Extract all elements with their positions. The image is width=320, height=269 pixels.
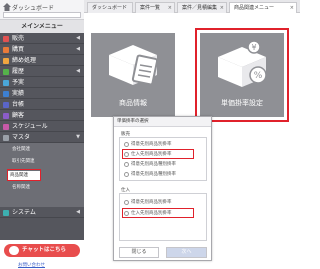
product-box-icon bbox=[109, 45, 159, 86]
tab-label: 商品関連メニュー bbox=[234, 5, 275, 11]
submenu-item-partner[interactable]: 取引先関連 bbox=[10, 157, 84, 167]
sidebar-item-label: 顧客 bbox=[12, 112, 25, 119]
tab-product-menu[interactable]: 商品関連メニュー × bbox=[229, 2, 297, 13]
sidebar-item-closing[interactable]: 締め処理 bbox=[0, 55, 84, 66]
radio-sales-customer-type[interactable]: 得意先別商品種別掛率 bbox=[123, 161, 203, 168]
tab-dashboard[interactable]: ダッシュボード bbox=[87, 2, 133, 13]
radio-button[interactable] bbox=[124, 172, 129, 177]
radio-button[interactable] bbox=[124, 162, 129, 167]
cart-icon bbox=[3, 36, 9, 42]
menu-title: メインメニュー bbox=[0, 20, 84, 33]
app-root: ダッシュボード メインメニュー 販売 ◀ 購買 ◀ 締め処理 履歴 ◀ 予実 実… bbox=[0, 0, 300, 269]
sidebar-item-label: マスタ bbox=[12, 134, 31, 141]
purchase-rate-group: 得意先別商品別掛率 仕入先別商品別掛率 bbox=[119, 193, 207, 241]
sidebar-item-customer[interactable]: 顧客 bbox=[0, 110, 84, 121]
sidebar-item-master[interactable]: マスタ ▼ bbox=[0, 132, 84, 143]
tab-label: 案件／見積編集 bbox=[182, 5, 218, 11]
chat-button-label: チャットはこちら bbox=[22, 247, 66, 253]
radio-button[interactable] bbox=[124, 200, 129, 205]
sidebar: ダッシュボード メインメニュー 販売 ◀ 購買 ◀ 締め処理 履歴 ◀ 予実 実… bbox=[0, 0, 84, 269]
master-icon bbox=[3, 135, 9, 141]
sidebar-item-label: 履歴 bbox=[12, 68, 25, 75]
system-icon bbox=[3, 210, 9, 216]
bag-icon bbox=[3, 47, 9, 53]
sidebar-item-label: システム bbox=[12, 209, 36, 216]
sidebar-item-label: 購買 bbox=[12, 46, 25, 53]
option-label: 得意先別商品種別掛率 bbox=[131, 172, 176, 177]
app-title[interactable]: ダッシュボード bbox=[12, 3, 54, 12]
next-button[interactable]: 次へ bbox=[166, 247, 207, 258]
main-content: 商品情報 ¥ % 単価掛率設定 単価掛率の選択 販売 得意先別商品別掛率 仕入先… bbox=[84, 13, 300, 269]
dialog-title: 単価掛率の選択 bbox=[114, 117, 211, 127]
tab-label: ダッシュボード bbox=[92, 5, 128, 11]
sidebar-item-label: 予実 bbox=[12, 79, 25, 86]
help-link[interactable]: お問い合わせ bbox=[18, 262, 45, 268]
history-icon bbox=[3, 69, 9, 75]
customer-icon bbox=[3, 113, 9, 119]
chat-area: チャットはこちら お問い合わせ bbox=[0, 240, 84, 269]
product-menu-highlight bbox=[7, 169, 41, 181]
submenu-item-names[interactable]: 名称関連 bbox=[10, 183, 84, 193]
option-highlight bbox=[122, 149, 194, 159]
sidebar-item-purchase[interactable]: 購買 ◀ bbox=[0, 44, 84, 55]
sidebar-item-label: スケジュール bbox=[12, 123, 48, 130]
option-label: 得意先別商品別掛率 bbox=[131, 142, 172, 147]
chevron-left-icon: ◀ bbox=[76, 35, 80, 41]
tab-quote-edit[interactable]: 案件／見積編集 × bbox=[177, 2, 227, 13]
chat-icon bbox=[9, 246, 19, 255]
price-rate-dialog: 単価掛率の選択 販売 得意先別商品別掛率 仕入先別商品別掛率 得意先別商品種別掛… bbox=[113, 116, 212, 261]
tab-label: 案件一覧 bbox=[140, 5, 161, 11]
option-label: 得意先別商品種別掛率 bbox=[131, 162, 176, 167]
ledger-icon bbox=[3, 102, 9, 108]
sidebar-item-label: 実績 bbox=[12, 90, 25, 97]
forecast-icon bbox=[3, 80, 9, 86]
option-highlight bbox=[122, 208, 194, 218]
option-label: 得意先別商品別掛率 bbox=[131, 200, 172, 205]
radio-sales-customer-product[interactable]: 得意先別商品別掛率 bbox=[123, 141, 203, 148]
sidebar-item-sales[interactable]: 販売 ◀ bbox=[0, 33, 84, 44]
tab-project-list[interactable]: 案件一覧 × bbox=[135, 2, 175, 13]
submenu-item-company[interactable]: 会社関連 bbox=[10, 145, 84, 155]
search-input[interactable] bbox=[3, 12, 81, 18]
product-info-card[interactable]: 商品情報 bbox=[91, 33, 175, 117]
sidebar-item-label: 台帳 bbox=[12, 101, 25, 108]
chevron-left-icon: ◀ bbox=[76, 46, 80, 52]
chevron-left-icon: ◀ bbox=[76, 209, 80, 215]
close-button[interactable]: 閉じる bbox=[119, 247, 159, 258]
sidebar-item-system[interactable]: システム ◀ bbox=[0, 207, 84, 218]
radio-purchase-customer-product[interactable]: 得意先別商品別掛率 bbox=[123, 199, 203, 206]
radio-sales-customer-type-2[interactable]: 得意先別商品種別掛率 bbox=[123, 171, 203, 178]
calendar-icon bbox=[3, 124, 9, 130]
sidebar-item-label: 締め処理 bbox=[12, 57, 37, 64]
sidebar-item-forecast[interactable]: 予実 bbox=[0, 77, 84, 88]
chat-button[interactable]: チャットはこちら bbox=[4, 244, 80, 257]
sidebar-item-label: 販売 bbox=[12, 35, 25, 42]
sidebar-item-results[interactable]: 実績 bbox=[0, 88, 84, 99]
chevron-left-icon: ◀ bbox=[76, 68, 80, 74]
chevron-down-icon: ▼ bbox=[76, 134, 80, 140]
sidebar-item-ledger[interactable]: 台帳 bbox=[0, 99, 84, 110]
sidebar-item-history[interactable]: 履歴 ◀ bbox=[0, 66, 84, 77]
sidebar-item-schedule[interactable]: スケジュール bbox=[0, 121, 84, 132]
card-label: 商品情報 bbox=[119, 99, 147, 107]
price-rate-card-highlight bbox=[195, 28, 289, 122]
home-icon bbox=[3, 3, 11, 11]
sidebar-header: ダッシュボード bbox=[0, 0, 84, 20]
sales-rate-group: 得意先別商品別掛率 仕入先別商品別掛率 得意先別商品種別掛率 得意先別商品種別掛… bbox=[119, 137, 207, 181]
radio-button[interactable] bbox=[124, 142, 129, 147]
tab-bar: ダッシュボード 案件一覧 × 案件／見積編集 × 商品関連メニュー × bbox=[84, 0, 300, 13]
closing-icon bbox=[3, 58, 9, 64]
results-icon bbox=[3, 91, 9, 97]
